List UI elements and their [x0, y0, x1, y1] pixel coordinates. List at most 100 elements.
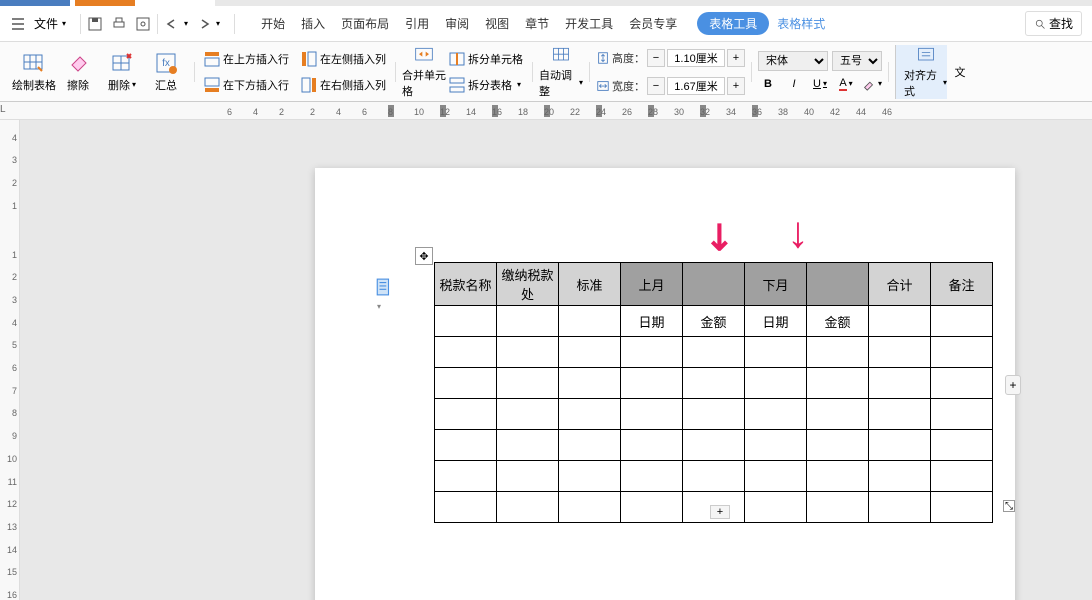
table-cell[interactable] — [869, 368, 931, 399]
table-cell[interactable] — [807, 368, 869, 399]
table-cell[interactable] — [683, 430, 745, 461]
save-icon[interactable] — [87, 16, 103, 32]
table-cell[interactable] — [931, 306, 993, 337]
width-input[interactable] — [667, 77, 725, 95]
merge-cells-button[interactable]: 合并单元格 — [402, 45, 446, 99]
table-cell[interactable] — [497, 368, 559, 399]
table-cell[interactable] — [621, 492, 683, 523]
font-size-select[interactable]: 五号 — [832, 51, 882, 71]
table-cell[interactable] — [869, 461, 931, 492]
tab-chapter[interactable]: 章节 — [517, 11, 557, 36]
header-cell-selected[interactable] — [807, 263, 869, 306]
table-cell[interactable] — [559, 337, 621, 368]
table-tools-tab[interactable]: 表格工具 — [697, 12, 769, 35]
table-cell[interactable] — [931, 461, 993, 492]
table-cell[interactable] — [931, 399, 993, 430]
table-cell[interactable] — [559, 306, 621, 337]
table-style-tab[interactable]: 表格样式 — [769, 11, 833, 36]
tab-page-layout[interactable]: 页面布局 — [333, 11, 397, 36]
table-cell[interactable] — [559, 461, 621, 492]
table-cell[interactable] — [807, 461, 869, 492]
italic-button[interactable]: I — [784, 75, 804, 93]
table-cell[interactable] — [621, 399, 683, 430]
tab-reference[interactable]: 引用 — [397, 11, 437, 36]
font-color-button[interactable]: A▾ — [836, 75, 856, 93]
table-cell[interactable] — [559, 430, 621, 461]
table-cell[interactable] — [435, 337, 497, 368]
horizontal-ruler[interactable]: L 642 2468101214161820222426283032343638… — [0, 102, 1092, 120]
table-cell[interactable] — [435, 430, 497, 461]
header-cell[interactable]: 标准 — [559, 263, 621, 306]
table-cell[interactable] — [497, 306, 559, 337]
font-name-select[interactable]: 宋体 — [758, 51, 828, 71]
tab-member[interactable]: 会员专享 — [621, 11, 685, 36]
page-area[interactable]: ↘ ↓ ✥ ▾ 税款名称 缴纳税款处 标准 上月 下月 合计 备注 日期 金额 … — [20, 120, 1092, 600]
table-cell[interactable] — [869, 430, 931, 461]
table-cell[interactable] — [745, 492, 807, 523]
preview-icon[interactable] — [135, 16, 151, 32]
table-row[interactable] — [435, 430, 993, 461]
table-cell[interactable] — [683, 399, 745, 430]
table-cell[interactable] — [621, 461, 683, 492]
tab-active[interactable] — [0, 0, 70, 6]
table-cell[interactable] — [683, 368, 745, 399]
search-button[interactable]: 查找 — [1025, 11, 1082, 36]
table-cell[interactable] — [683, 461, 745, 492]
table-cell[interactable] — [745, 399, 807, 430]
table-cell[interactable] — [745, 430, 807, 461]
table-cell[interactable] — [807, 399, 869, 430]
header-cell[interactable]: 缴纳税款处 — [497, 263, 559, 306]
table-cell[interactable] — [435, 399, 497, 430]
table-cell[interactable] — [497, 461, 559, 492]
table-header-row[interactable]: 税款名称 缴纳税款处 标准 上月 下月 合计 备注 — [435, 263, 993, 306]
table-resize-handle[interactable]: ⤡ — [1003, 500, 1015, 512]
tab-view[interactable]: 视图 — [477, 11, 517, 36]
tab-developer[interactable]: 开发工具 — [557, 11, 621, 36]
table-row[interactable] — [435, 368, 993, 399]
table-cell[interactable] — [497, 399, 559, 430]
undo-button[interactable]: ▾ — [164, 16, 188, 32]
table-cell[interactable] — [683, 337, 745, 368]
table-cell[interactable] — [497, 430, 559, 461]
tab-review[interactable]: 审阅 — [437, 11, 477, 36]
table-row[interactable] — [435, 461, 993, 492]
table-cell[interactable] — [745, 368, 807, 399]
file-menu[interactable]: 文件 ▾ — [34, 15, 66, 32]
page-options-icon[interactable]: ▾ — [375, 278, 393, 296]
table-cell[interactable] — [497, 492, 559, 523]
tab-secondary[interactable] — [75, 0, 135, 6]
table-cell[interactable] — [559, 399, 621, 430]
header-cell[interactable]: 税款名称 — [435, 263, 497, 306]
tab-start[interactable]: 开始 — [253, 11, 293, 36]
header-cell-selected[interactable] — [683, 263, 745, 306]
header-cell-selected[interactable]: 上月 — [621, 263, 683, 306]
tab-insert[interactable]: 插入 — [293, 11, 333, 36]
redo-button[interactable]: ▾ — [196, 16, 220, 32]
header-cell[interactable]: 备注 — [931, 263, 993, 306]
table-cell[interactable]: 金额 — [807, 306, 869, 337]
height-input[interactable] — [667, 49, 725, 67]
split-table-button[interactable]: 拆分表格▾ — [446, 72, 526, 98]
delete-button[interactable]: 删除▾ — [100, 45, 144, 99]
table-cell[interactable] — [931, 368, 993, 399]
vertical-ruler[interactable]: 432112345678910111213141516 — [0, 120, 20, 600]
bold-button[interactable]: B — [758, 75, 778, 93]
width-plus-button[interactable]: + — [727, 77, 745, 95]
highlight-button[interactable]: ▾ — [862, 75, 882, 93]
header-cell-selected[interactable]: 下月 — [745, 263, 807, 306]
draw-table-button[interactable]: 绘制表格 — [12, 45, 56, 99]
table-cell[interactable]: 金额 — [683, 306, 745, 337]
print-icon[interactable] — [111, 16, 127, 32]
width-minus-button[interactable]: − — [647, 77, 665, 95]
text-direction-button[interactable]: 文 — [947, 45, 973, 99]
table-cell[interactable] — [621, 337, 683, 368]
table-move-handle[interactable]: ✥ — [415, 247, 433, 265]
underline-button[interactable]: U▾ — [810, 75, 830, 93]
table-cell[interactable] — [869, 399, 931, 430]
align-button[interactable]: 对齐方式▾ — [895, 45, 947, 99]
add-column-right-button[interactable]: + — [1005, 375, 1021, 395]
insert-below-button[interactable]: 在下方插入行 — [201, 72, 292, 98]
table-cell[interactable] — [559, 368, 621, 399]
table-cell[interactable]: 日期 — [621, 306, 683, 337]
table-cell[interactable] — [745, 461, 807, 492]
